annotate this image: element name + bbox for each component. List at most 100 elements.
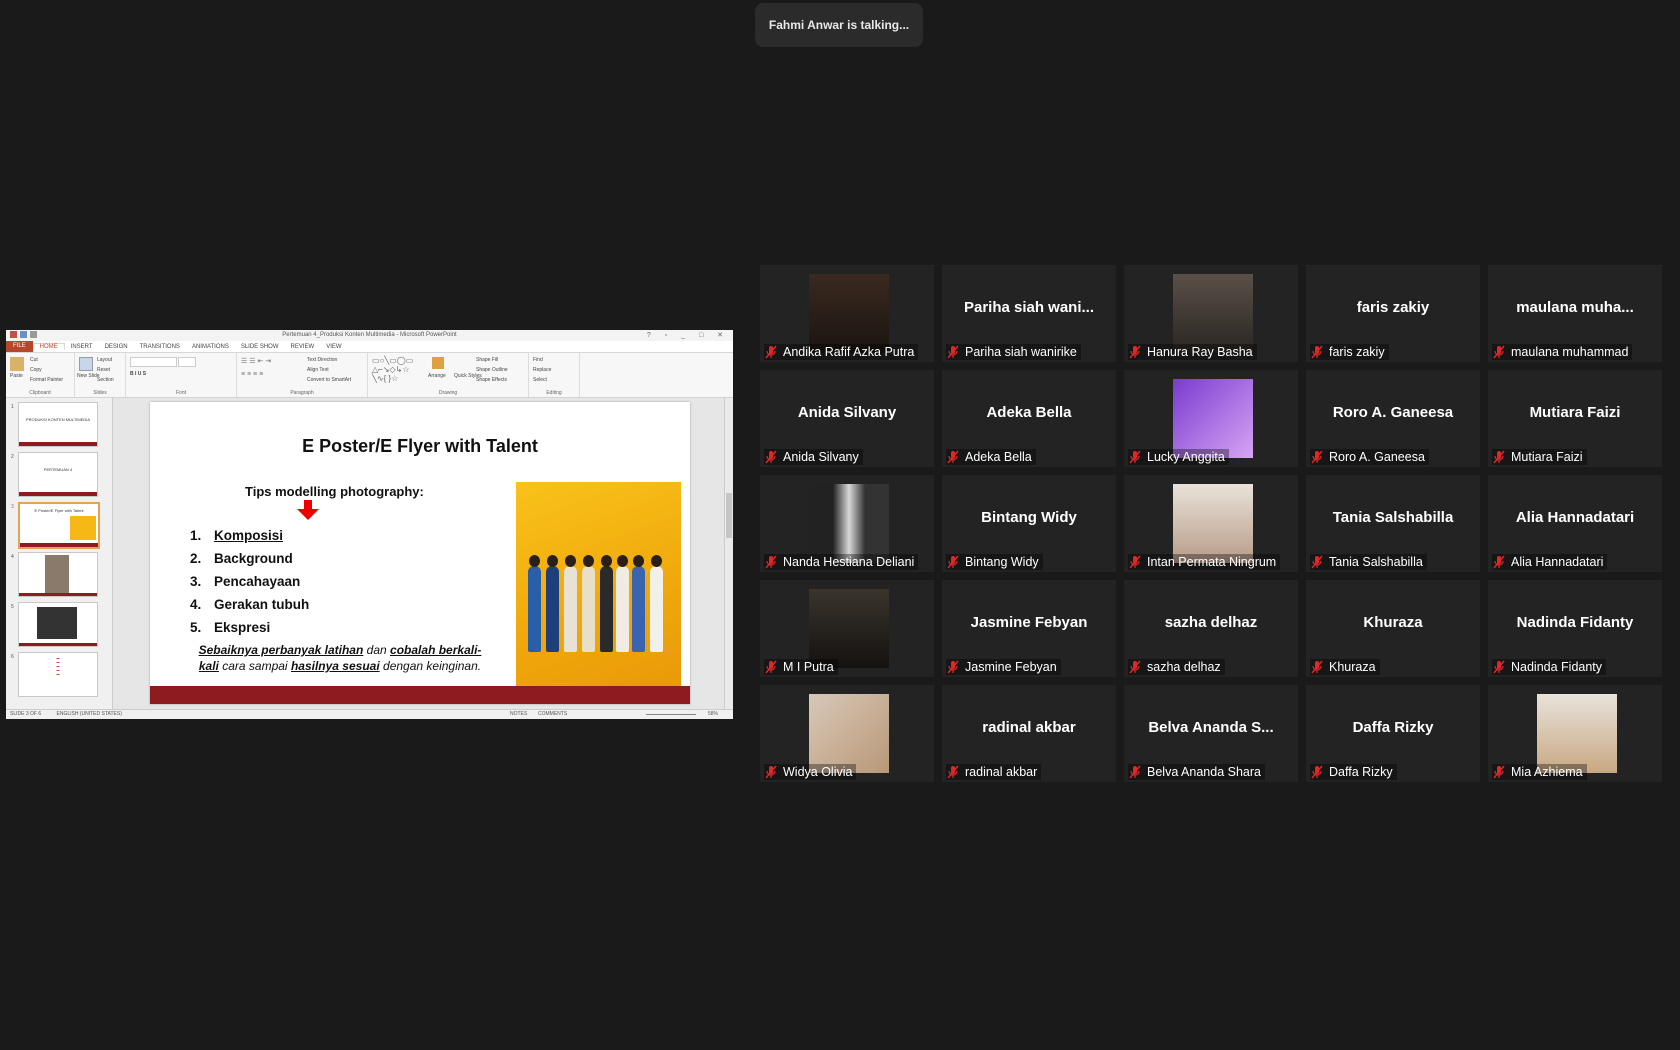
arrange-button[interactable]: Arrange (428, 373, 446, 379)
slide-thumbnails[interactable]: 1 PRODUKSI KONTEN MULTIMEDIA 2 PERTEMUAN… (6, 398, 113, 710)
participant-tile[interactable]: Anida Silvany Anida Silvany (760, 370, 934, 467)
participant-tile[interactable]: Nanda Hestiana Deliani (760, 475, 934, 572)
copy-button[interactable]: Copy (30, 367, 42, 373)
participant-name-label: M I Putra (764, 659, 838, 675)
vertical-scrollbar[interactable] (724, 398, 733, 710)
muted-mic-icon (1128, 765, 1142, 779)
slide-thumb-1[interactable]: PRODUKSI KONTEN MULTIMEDIA (18, 402, 98, 447)
participant-name-label: Mia Azhiema (1492, 764, 1587, 780)
participant-tile[interactable]: Andika Rafif Azka Putra (760, 265, 934, 362)
align-text-button[interactable]: Align Text (307, 367, 329, 373)
quick-access-toolbar[interactable] (10, 331, 37, 338)
participant-display-name: Belva Ananda S... (1148, 719, 1274, 736)
language-status[interactable]: ENGLISH (UNITED STATES) (57, 711, 122, 717)
muted-mic-icon (1128, 450, 1142, 464)
muted-mic-icon (1310, 660, 1324, 674)
bullets-icon[interactable]: ☰ ☰ ⇤ ⇥ (241, 357, 271, 365)
font-size-select[interactable] (178, 357, 196, 367)
slide-note[interactable]: Sebaiknya perbanyak latihan dan cobalah … (190, 642, 490, 674)
photo-figure (600, 555, 613, 652)
participant-display-name: Nadinda Fidanty (1516, 614, 1634, 631)
participant-tile[interactable]: Alia Hannadatari Alia Hannadatari (1488, 475, 1662, 572)
participant-tile[interactable]: Roro A. Ganeesa Roro A. Ganeesa (1306, 370, 1480, 467)
slide-thumb-5[interactable] (18, 602, 98, 647)
talent-group-photo[interactable] (516, 482, 681, 686)
participant-tile[interactable]: Khuraza Khuraza (1306, 580, 1480, 677)
participant-tile[interactable]: Adeka Bella Adeka Bella (942, 370, 1116, 467)
tab-design[interactable]: DESIGN (99, 344, 134, 350)
slide-thumb-3[interactable]: E Poster/E Flyer with Talent (18, 502, 100, 549)
participant-tile[interactable]: Bintang Widy Bintang Widy (942, 475, 1116, 572)
participant-name-label: Roro A. Ganeesa (1310, 449, 1429, 465)
participant-tile[interactable]: Widya Olivia (760, 685, 934, 782)
reset-button[interactable]: Reset (97, 367, 110, 373)
participant-tile[interactable]: radinal akbar radinal akbar (942, 685, 1116, 782)
bold-icon[interactable]: B I U S (130, 371, 146, 377)
shape-fill-button[interactable]: Shape Fill (476, 357, 498, 363)
participant-tile[interactable]: Hanura Ray Basha (1124, 265, 1298, 362)
save-icon[interactable] (20, 331, 27, 338)
photo-figure (564, 555, 577, 652)
comments-button[interactable]: COMMENTS (538, 710, 567, 719)
section-button[interactable]: Section (97, 377, 114, 383)
convert-smartart-button[interactable]: Convert to SmartArt (307, 377, 351, 383)
participant-tile[interactable]: maulana muha... maulana muhammad (1488, 265, 1662, 362)
new-slide-icon[interactable] (79, 357, 93, 371)
layout-button[interactable]: Layout (97, 357, 112, 363)
replace-button[interactable]: Replace (533, 367, 551, 373)
cut-button[interactable]: Cut (30, 357, 38, 363)
participant-tile[interactable]: sazha delhaz sazha delhaz (1124, 580, 1298, 677)
arrange-icon[interactable] (432, 357, 444, 369)
tab-slide-show[interactable]: SLIDE SHOW (235, 344, 285, 350)
participant-tile[interactable]: Pariha siah wani... Pariha siah wanirike (942, 265, 1116, 362)
shared-screen[interactable]: Pertemuan 4_Produksi Konten Multimedia -… (6, 330, 733, 719)
participant-tile[interactable]: Belva Ananda S... Belva Ananda Shara (1124, 685, 1298, 782)
participant-tile[interactable]: Nadinda Fidanty Nadinda Fidanty (1488, 580, 1662, 677)
paste-button[interactable]: Paste (10, 373, 23, 379)
participant-tile[interactable]: Daffa Rizky Daffa Rizky (1306, 685, 1480, 782)
list-item: 4. Gerakan tubuh (190, 597, 310, 612)
tab-insert[interactable]: INSERT (65, 344, 99, 350)
zoom-level[interactable]: 58% (708, 710, 718, 719)
tab-file[interactable]: FILE (6, 341, 33, 352)
participant-tile[interactable]: faris zakiy faris zakiy (1306, 265, 1480, 362)
format-painter-button[interactable]: Format Painter (30, 377, 63, 383)
select-button[interactable]: Select (533, 377, 547, 383)
window-controls[interactable]: ? ▫ _ □ ✕ (647, 330, 729, 341)
slide-subtitle[interactable]: Tips modelling photography: (245, 484, 424, 499)
participant-tile[interactable]: Intan Permata Ningrum (1124, 475, 1298, 572)
participant-display-name: radinal akbar (982, 719, 1076, 736)
text-direction-button[interactable]: Text Direction (307, 357, 337, 363)
font-name-select[interactable] (130, 357, 177, 367)
participant-tile[interactable]: M I Putra (760, 580, 934, 677)
paste-icon[interactable] (10, 357, 24, 371)
tab-transitions[interactable]: TRANSITIONS (134, 344, 186, 350)
current-slide[interactable]: E Poster/E Flyer with Talent Tips modell… (150, 402, 690, 704)
slide-thumb-2[interactable]: PERTEMUAN 4 (18, 452, 98, 497)
muted-mic-icon (1310, 765, 1324, 779)
shapes-gallery[interactable]: ▭○╲▭◯▭ △⌐↘◇↳☆ ╲∿{ }☆ (372, 356, 413, 383)
participant-name: Widya Olivia (783, 765, 853, 779)
slide-thumb-4[interactable] (18, 552, 98, 597)
notes-button[interactable]: NOTES (510, 710, 527, 719)
slide-title[interactable]: E Poster/E Flyer with Talent (150, 436, 690, 457)
zoom-slider[interactable] (646, 714, 696, 715)
shape-outline-button[interactable]: Shape Outline (476, 367, 508, 373)
shape-effects-button[interactable]: Shape Effects (476, 377, 507, 383)
tab-view[interactable]: VIEW (320, 344, 347, 350)
undo-icon[interactable] (30, 331, 37, 338)
tips-list[interactable]: 1. Komposisi 2. Background 3. Pencahayaan 4… (190, 528, 309, 643)
align-icons[interactable]: ≡ ≡ ≡ ≡ (241, 371, 263, 378)
participant-tile[interactable]: Tania Salshabilla Tania Salshabilla (1306, 475, 1480, 572)
slide-thumb-6[interactable]: ▬ ▬ ▬ ▬ ▬ (18, 652, 98, 697)
list-item: 3. Pencahayaan (190, 574, 301, 589)
participant-tile[interactable]: Lucky Anggita (1124, 370, 1298, 467)
tab-home[interactable]: HOME (32, 343, 65, 350)
participant-name-label: Belva Ananda Shara (1128, 764, 1265, 780)
find-button[interactable]: Find (533, 357, 543, 363)
participant-tile[interactable]: Mutiara Faizi Mutiara Faizi (1488, 370, 1662, 467)
tab-review[interactable]: REVIEW (285, 344, 321, 350)
participant-tile[interactable]: Jasmine Febyan Jasmine Febyan (942, 580, 1116, 677)
participant-tile[interactable]: Mia Azhiema (1488, 685, 1662, 782)
tab-animations[interactable]: ANIMATIONS (186, 344, 235, 350)
